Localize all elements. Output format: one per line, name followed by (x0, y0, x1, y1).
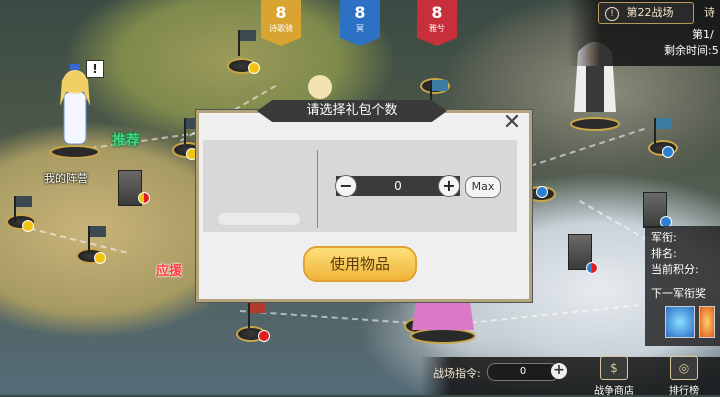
battlefield-progress: 第1/ (692, 28, 714, 41)
flag-icon (14, 196, 32, 222)
next-rank-label: 下一军衔奖 (651, 287, 706, 300)
map-path (19, 225, 127, 254)
use-item-button[interactable]: 使用物品 (303, 246, 417, 282)
minus-icon[interactable]: − (335, 175, 357, 197)
yellow-dot-icon (94, 252, 106, 264)
rank-label: 军衔: (651, 231, 677, 244)
badge-value: 8 (354, 3, 366, 22)
badge-faction-2: 8 冥 (340, 0, 380, 46)
rank-panel: 军衔: 排名: 当前积分: 下一军衔奖 (645, 226, 720, 346)
max-button[interactable]: Max (465, 176, 501, 198)
battlefield-tab-2[interactable]: 诗 (704, 4, 715, 20)
badge-label: 雅兮 (429, 24, 445, 33)
badge-faction-1: 8 诗歌骑 (261, 0, 301, 46)
blue-red-dot-icon (586, 262, 598, 274)
plus-icon[interactable]: + (438, 175, 460, 197)
badge-value: 8 (431, 3, 443, 22)
blue-dot-icon (662, 146, 674, 158)
blue-dot-icon (536, 186, 548, 198)
reward-blue-icon[interactable] (665, 306, 695, 338)
flag-icon (238, 30, 256, 56)
points-label: 当前积分: (651, 263, 699, 276)
reward-orange-icon[interactable] (698, 306, 715, 338)
remaining-time: 剩余时间:5 (664, 44, 719, 57)
add-command-button[interactable]: + (551, 363, 567, 379)
red-dot-icon (258, 330, 270, 342)
shop-icon: $ (600, 356, 628, 380)
medal-icon: ◎ (670, 356, 698, 380)
command-label: 战场指令: (433, 367, 481, 380)
map-path (530, 127, 645, 167)
yellow-dot-icon (248, 62, 260, 74)
flag-icon (248, 302, 266, 328)
reward-icons[interactable] (645, 306, 720, 343)
badge-label: 诗歌骑 (269, 24, 293, 33)
close-icon[interactable]: ✕ (500, 111, 524, 135)
dialog-title: 请选择礼包个数 (257, 100, 447, 122)
recommend-label: 推荐 (112, 133, 140, 149)
badge-value: 8 (275, 3, 287, 22)
item-name-placeholder (218, 213, 300, 225)
battlefield-tab[interactable]: ! 第22战场 (598, 2, 694, 24)
badge-faction-3: 8 雅兮 (417, 0, 457, 46)
yellow-dot-icon (22, 220, 34, 232)
support-label: 应援 (156, 264, 183, 279)
divider (317, 150, 318, 228)
flag-icon (184, 118, 202, 144)
leaderboard-button[interactable]: ◎ 排行榜 (660, 356, 708, 397)
my-camp-label: 我的阵营 (44, 172, 88, 185)
center-character[interactable] (300, 72, 340, 102)
alert-icon: ! (86, 60, 104, 78)
badge-label: 冥 (356, 24, 364, 33)
flag-icon (88, 226, 106, 252)
battlefield-label: 第22战场 (626, 6, 674, 19)
quantity-value[interactable]: 0 (360, 176, 436, 196)
war-shop-button[interactable]: $ 战争商店 (590, 356, 638, 397)
command-value: 0 (487, 363, 559, 381)
alert-icon: ! (605, 7, 619, 21)
place-label: 排名: (651, 247, 677, 260)
flag-icon (654, 118, 672, 144)
red-yellow-dot-icon (138, 192, 150, 204)
